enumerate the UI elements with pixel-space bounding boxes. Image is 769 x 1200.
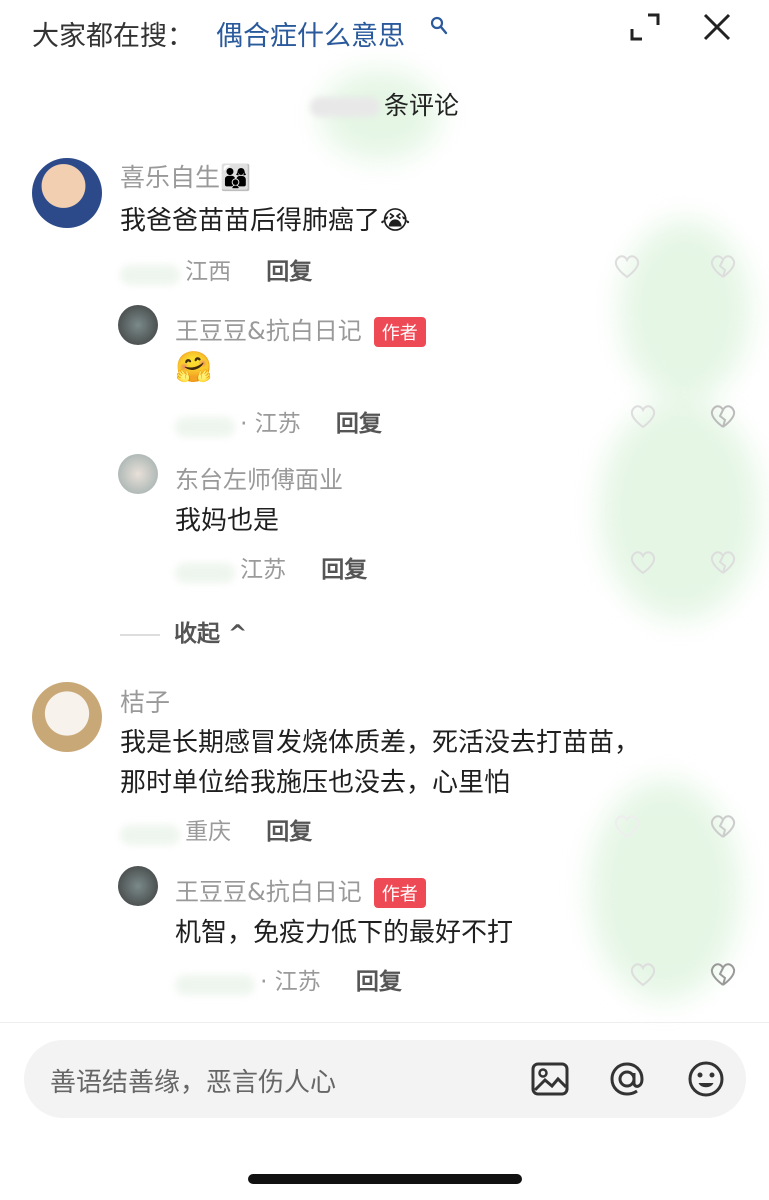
comment-text-line: 我是长期感冒发烧体质差，死活没去打苗苗， — [120, 728, 641, 758]
collapse-label: 收起 ^ — [174, 621, 248, 647]
avatar[interactable] — [32, 158, 102, 228]
reply-button[interactable]: 回复 — [336, 411, 382, 437]
reply-meta: 江苏 回复 — [175, 550, 367, 584]
blurred-date — [120, 824, 180, 845]
comment-location: 重庆 — [185, 819, 232, 845]
blurred-count — [309, 97, 380, 117]
reply-meta: · 江苏 回复 — [175, 404, 382, 438]
heart-icon[interactable] — [628, 548, 658, 576]
comment-location: 江西 — [185, 259, 232, 285]
watermark-blob — [600, 400, 760, 620]
broken-heart-icon[interactable] — [708, 252, 738, 280]
author-badge: 作者 — [373, 878, 426, 908]
reply-author: 王豆豆&抗白日记 作者 — [175, 872, 426, 908]
trending-query-link[interactable]: 偶合症什么意思 — [216, 14, 405, 53]
comment-count-title: 条评论 — [0, 86, 769, 122]
reply-text: 机智，免疫力低下的最好不打 — [175, 918, 514, 948]
reply-author-name[interactable]: 东台左师傅面业 — [175, 460, 343, 495]
broken-heart-icon[interactable] — [708, 812, 738, 840]
avatar[interactable] — [32, 682, 102, 752]
comment-input-placeholder[interactable]: 善语结善缘，恶言伤人心 — [50, 1062, 336, 1099]
avatar[interactable] — [118, 305, 158, 345]
reply-author-name[interactable]: 王豆豆&抗白日记 — [175, 878, 362, 906]
heart-icon[interactable] — [612, 252, 642, 280]
reply-author-name[interactable]: 王豆豆&抗白日记 — [175, 317, 362, 345]
comment-text-line: 那时单位给我施压也没去，心里怕 — [120, 768, 511, 798]
author-badge: 作者 — [373, 317, 426, 347]
divider — [0, 1022, 769, 1023]
watermark-blob — [620, 220, 750, 400]
close-icon[interactable] — [700, 10, 734, 44]
search-icon[interactable] — [430, 16, 448, 36]
commenter-name[interactable]: 喜乐自生👨‍👩‍👦 — [120, 158, 251, 194]
reply-text: 🤗 — [175, 350, 213, 385]
heart-icon[interactable] — [612, 812, 642, 840]
emoji-icon[interactable] — [686, 1059, 726, 1099]
expand-icon[interactable] — [628, 10, 662, 44]
blurred-date — [120, 264, 180, 285]
reply-author: 王豆豆&抗白日记 作者 — [175, 311, 426, 347]
at-icon[interactable] — [607, 1059, 647, 1099]
blurred-date — [175, 974, 255, 995]
home-indicator[interactable] — [248, 1174, 522, 1184]
commenter-name[interactable]: 桔子 — [120, 683, 170, 719]
collapse-replies-button[interactable]: 收起 ^ — [120, 614, 247, 648]
trending-label: 大家都在搜： — [32, 21, 194, 52]
reply-location: 江苏 — [240, 557, 287, 583]
collapse-divider — [120, 633, 160, 636]
comment-title-text: 条评论 — [383, 91, 459, 120]
reply-button[interactable]: 回复 — [266, 259, 312, 285]
reply-meta: · 江苏 回复 — [175, 962, 402, 996]
comment-text: 我爸爸苗苗后得肺癌了😭 — [120, 206, 411, 236]
avatar[interactable] — [118, 454, 158, 494]
reply-button[interactable]: 回复 — [356, 969, 402, 995]
reply-location: · 江苏 — [260, 969, 321, 995]
image-icon[interactable] — [530, 1059, 570, 1099]
broken-heart-icon[interactable] — [708, 548, 738, 576]
heart-icon[interactable] — [628, 402, 658, 430]
comment-meta: 重庆 回复 — [120, 812, 312, 846]
reply-button[interactable]: 回复 — [266, 819, 312, 845]
comment-meta: 江西 回复 — [120, 252, 312, 286]
reply-location: · 江苏 — [240, 411, 301, 437]
broken-heart-icon[interactable] — [708, 960, 738, 988]
broken-heart-icon[interactable] — [708, 402, 738, 430]
blurred-date — [175, 416, 235, 437]
reply-button[interactable]: 回复 — [321, 557, 367, 583]
blurred-date — [175, 562, 235, 583]
heart-icon[interactable] — [628, 960, 658, 988]
avatar[interactable] — [118, 866, 158, 906]
reply-text: 我妈也是 — [175, 506, 280, 536]
